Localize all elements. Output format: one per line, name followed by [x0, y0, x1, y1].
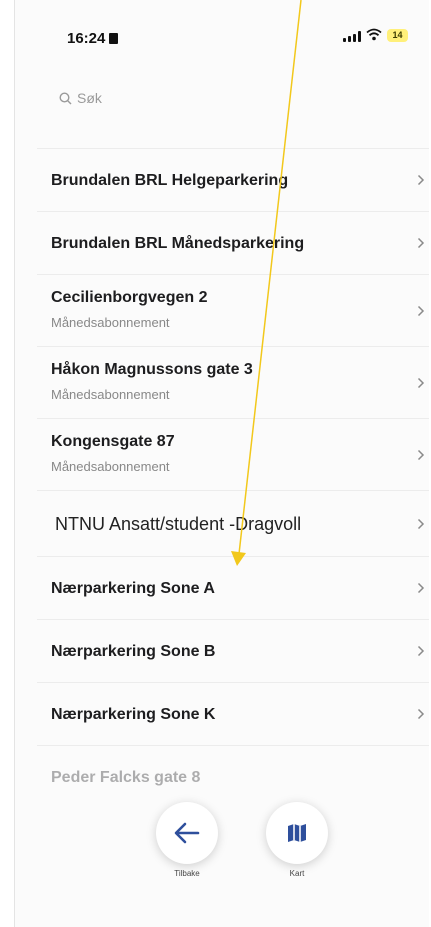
list-item[interactable]: Nærparkering Sone B: [37, 620, 429, 683]
chevron-right-icon: [415, 708, 427, 720]
search-icon: [59, 91, 72, 104]
wifi-icon: [366, 28, 382, 41]
search-input[interactable]: [77, 90, 277, 106]
map-label: Kart: [289, 869, 305, 878]
battery-indicator: 14: [387, 29, 408, 42]
back-button[interactable]: [156, 802, 218, 864]
status-time: 16:24: [67, 30, 119, 47]
list-item-title: Brundalen BRL Helgeparkering: [51, 172, 289, 189]
chevron-right-icon: [415, 518, 427, 530]
status-bar: 16:24 14: [15, 0, 429, 80]
list-item-title: NTNU Ansatt/student -Dragvoll: [55, 514, 302, 534]
list-item-title: Kongensgate 87: [51, 433, 175, 450]
chevron-right-icon: [415, 377, 427, 389]
search-bar[interactable]: [59, 90, 277, 106]
arrow-left-icon: [174, 822, 200, 844]
phone-screen: 16:24 14 Brundalen BRL Helgeparkering Br…: [14, 0, 429, 927]
chevron-right-icon: [415, 237, 427, 249]
list-item-subtitle: Månedsabonnement: [51, 459, 170, 474]
sim-icon: [109, 33, 119, 44]
chevron-right-icon: [415, 449, 427, 461]
list-item[interactable]: Brundalen BRL Månedsparkering: [37, 212, 429, 275]
list-item-title: Nærparkering Sone A: [51, 580, 215, 597]
list-item-subtitle: Månedsabonnement: [51, 315, 170, 330]
map-icon: [288, 824, 306, 842]
chevron-right-icon: [415, 305, 427, 317]
list-item[interactable]: Kongensgate 87 Månedsabonnement: [37, 419, 429, 491]
list-item[interactable]: Håkon Magnussons gate 3 Månedsabonnement: [37, 347, 429, 419]
list-item[interactable]: Cecilienborgvegen 2 Månedsabonnement: [37, 275, 429, 347]
map-button[interactable]: [266, 802, 328, 864]
chevron-right-icon: [415, 645, 427, 657]
list-item-title: Nærparkering Sone K: [51, 706, 216, 723]
list-item-title: Brundalen BRL Månedsparkering: [51, 235, 305, 252]
list-item-title: Peder Falcks gate 8: [51, 769, 201, 786]
chevron-right-icon: [415, 174, 427, 186]
signal-icon: [343, 31, 361, 42]
chevron-right-icon: [415, 582, 427, 594]
list-item[interactable]: Nærparkering Sone K: [37, 683, 429, 746]
list-item-subtitle: Månedsabonnement: [51, 387, 170, 402]
list-item[interactable]: Nærparkering Sone A: [37, 557, 429, 620]
list-item-title: Cecilienborgvegen 2: [51, 289, 208, 306]
list-item[interactable]: Peder Falcks gate 8: [37, 746, 429, 809]
list-item[interactable]: NTNU Ansatt/student -Dragvoll: [37, 491, 429, 557]
list-item-title: Nærparkering Sone B: [51, 643, 216, 660]
list-item-title: Håkon Magnussons gate 3: [51, 361, 253, 378]
status-time-text: 16:24: [67, 30, 106, 47]
parking-list: Brundalen BRL Helgeparkering Brundalen B…: [37, 148, 429, 809]
back-label: Tilbake: [174, 869, 200, 878]
list-item[interactable]: Brundalen BRL Helgeparkering: [37, 149, 429, 212]
